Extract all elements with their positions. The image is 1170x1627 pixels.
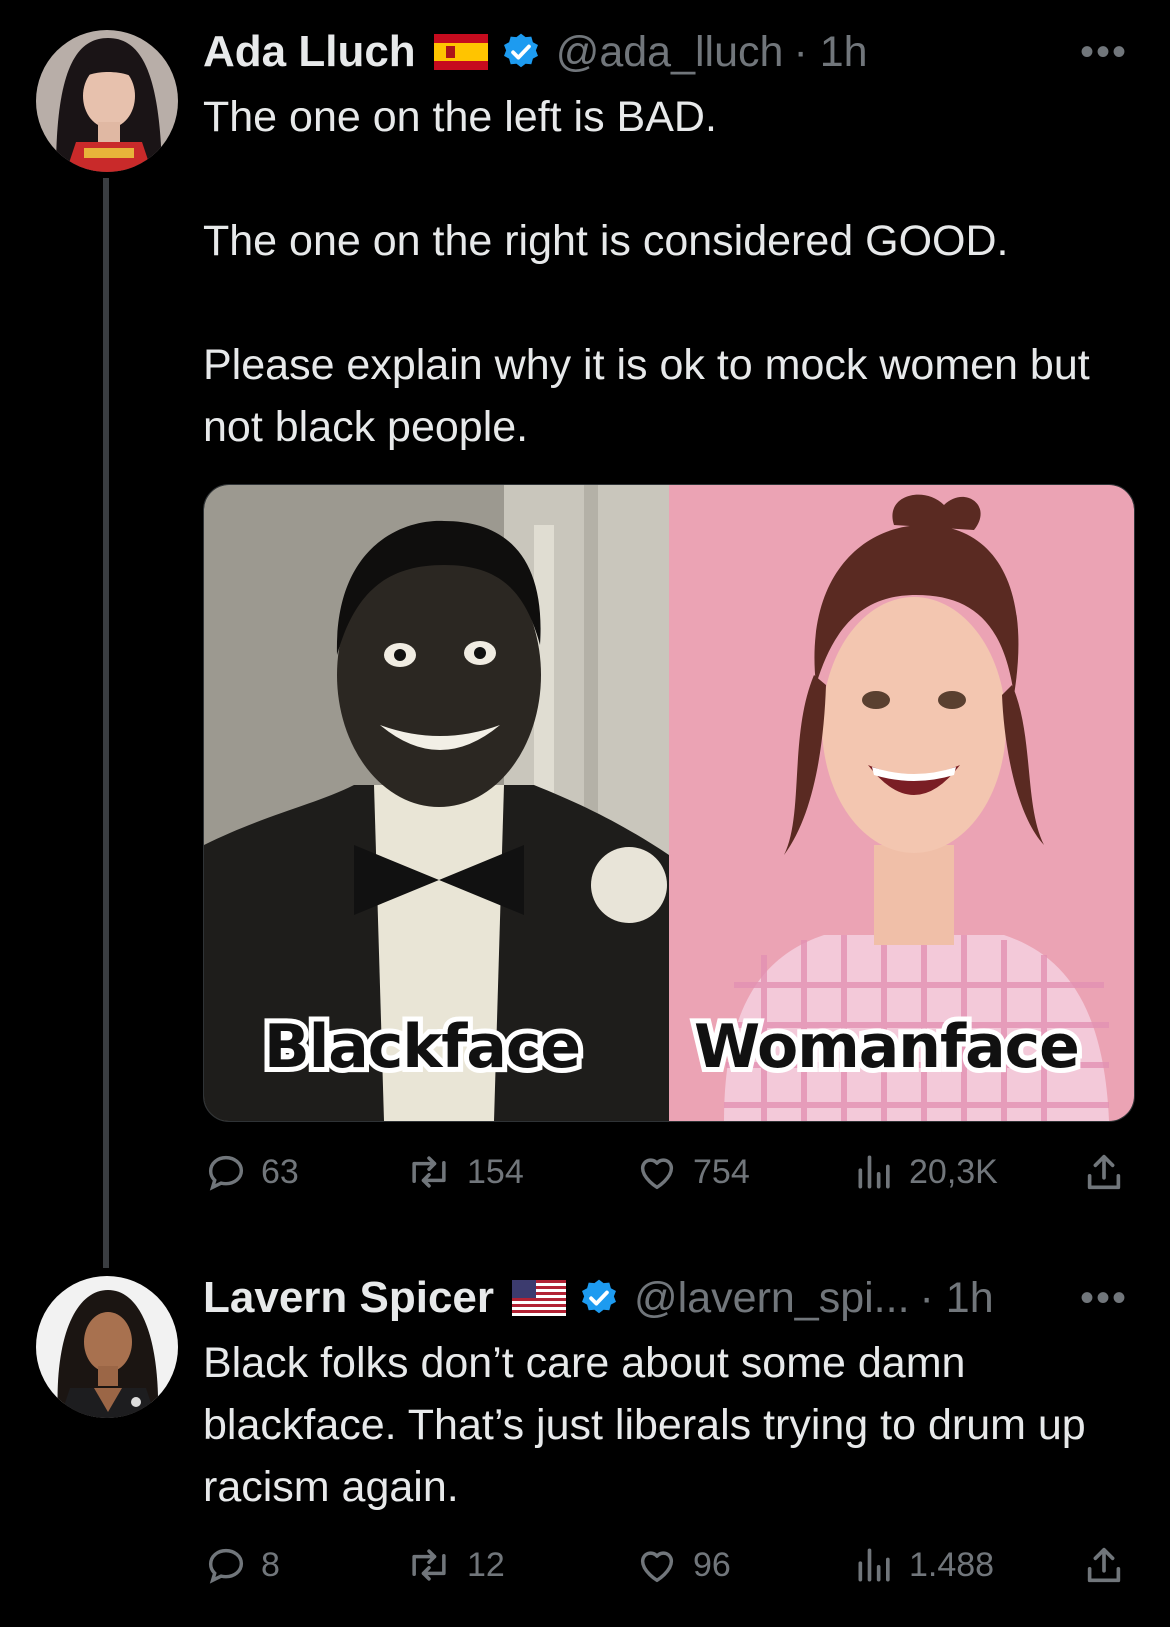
like-icon <box>640 1551 674 1583</box>
reply-icon <box>208 1548 244 1584</box>
left-caption: Blackface <box>264 1012 580 1082</box>
tweet-timestamp[interactable]: · 1h <box>920 1274 994 1323</box>
tweet-actions: 8 12 96 1.488 <box>203 1535 1133 1595</box>
verified-badge-icon <box>503 33 538 68</box>
like-button[interactable]: 96 <box>633 1535 731 1595</box>
retweet-button[interactable]: 154 <box>403 1142 524 1202</box>
share-button[interactable] <box>1081 1142 1139 1202</box>
author-handle[interactable]: @ada_lluch <box>556 28 784 77</box>
views-button[interactable]: 20,3K <box>853 1142 998 1202</box>
reply-icon <box>208 1155 244 1191</box>
tweet-header: Ada Lluch @ada_lluch · 1h <box>203 22 868 82</box>
views-button[interactable]: 1.488 <box>853 1535 994 1595</box>
author-name[interactable]: Lavern Spicer <box>203 1273 494 1323</box>
more-options-icon[interactable]: ••• <box>1080 1276 1128 1321</box>
share-icon <box>1087 1547 1121 1583</box>
like-button[interactable]: 754 <box>633 1142 750 1202</box>
more-options-icon[interactable]: ••• <box>1080 30 1128 75</box>
tweet-timestamp[interactable]: · 1h <box>793 28 867 77</box>
author-handle[interactable]: @lavern_spi... <box>634 1274 910 1323</box>
retweet-icon <box>412 1549 446 1581</box>
retweet-icon <box>412 1156 446 1188</box>
verified-badge-icon <box>582 1279 617 1314</box>
right-caption: Womanface <box>694 1012 1079 1082</box>
like-icon <box>640 1158 674 1190</box>
like-count: 754 <box>693 1152 750 1191</box>
tweet-text: Black folks don’t care about some damn b… <box>203 1339 1098 1511</box>
reply-count: 8 <box>261 1545 280 1584</box>
spain-flag-icon <box>433 34 488 70</box>
retweet-button[interactable]: 12 <box>403 1535 505 1595</box>
reply-button[interactable]: 8 <box>203 1535 280 1595</box>
reply-button[interactable]: 63 <box>203 1142 299 1202</box>
tweet-actions: 63 154 754 20,3K <box>203 1142 1133 1202</box>
meme-comparison-image: Blackface Womanface <box>204 485 1134 1121</box>
retweet-count: 12 <box>467 1545 505 1584</box>
view-count: 20,3K <box>909 1152 998 1191</box>
thread-connector-line <box>103 178 109 1268</box>
views-icon <box>858 1155 890 1189</box>
usa-flag-icon <box>512 1280 567 1316</box>
tweet-text: The one on the left is BAD. The one on t… <box>203 93 1090 451</box>
reply-count: 63 <box>261 1152 299 1191</box>
like-count: 96 <box>693 1545 731 1584</box>
avatar-ada-lluch[interactable] <box>36 30 178 172</box>
author-name[interactable]: Ada Lluch <box>203 27 416 77</box>
retweet-count: 154 <box>467 1152 524 1191</box>
tweet-media-image[interactable]: Blackface Womanface <box>203 484 1135 1122</box>
share-icon <box>1087 1154 1121 1190</box>
share-button[interactable] <box>1081 1535 1139 1595</box>
view-count: 1.488 <box>909 1545 995 1584</box>
avatar-photo <box>36 1276 178 1418</box>
tweet-header: Lavern Spicer @lavern_spi... · 1h <box>203 1268 994 1328</box>
avatar-lavern-spicer[interactable] <box>36 1276 178 1418</box>
avatar-photo <box>36 30 178 172</box>
views-icon <box>858 1548 890 1582</box>
